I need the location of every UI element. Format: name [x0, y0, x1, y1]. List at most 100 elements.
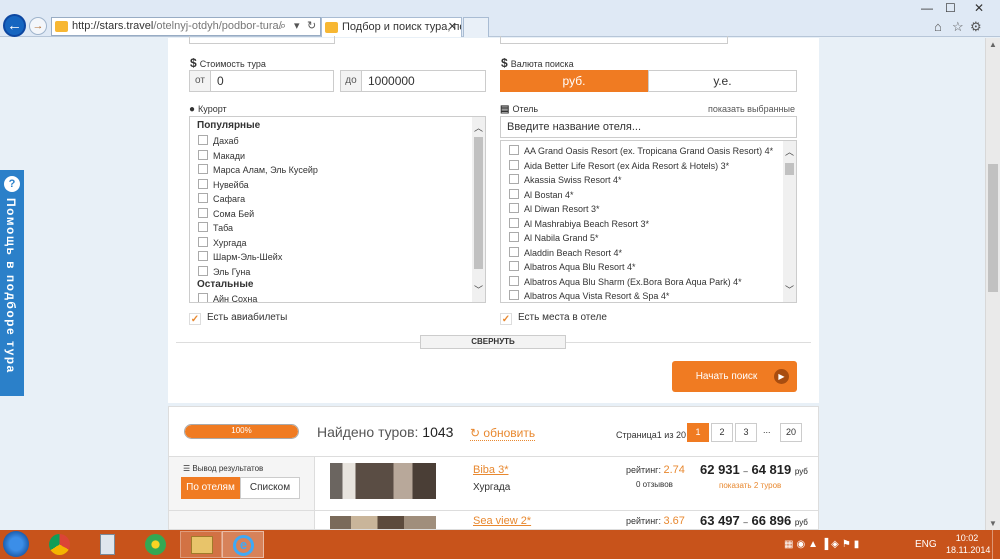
- hotel-item[interactable]: Albatros Aqua Vista Resort & Spa 4*: [509, 290, 669, 301]
- chevron-down-icon[interactable]: ﹀: [785, 283, 794, 296]
- start-search-button[interactable]: Начать поиск ▶: [672, 361, 797, 392]
- checkbox-icon[interactable]: [198, 293, 208, 302]
- checkbox-icon[interactable]: [198, 222, 208, 232]
- dropdown-icon[interactable]: ▾: [294, 18, 300, 35]
- resort-item[interactable]: Нувейба: [198, 178, 249, 190]
- flights-available-checkbox[interactable]: ✓ Есть авиабилеты: [189, 312, 287, 325]
- chevron-up-icon[interactable]: ︿: [785, 145, 794, 158]
- checkbox-icon[interactable]: [198, 193, 208, 203]
- hotel-item[interactable]: Aida Better Life Resort (ex Aida Resort …: [509, 159, 729, 171]
- close-window-icon[interactable]: ✕: [974, 0, 984, 16]
- refresh-icon[interactable]: ↻: [307, 18, 316, 35]
- hotel-search-input[interactable]: Введите название отеля...: [500, 116, 797, 138]
- chevron-down-icon[interactable]: ﹀: [474, 283, 483, 296]
- checkbox-icon[interactable]: [509, 145, 519, 155]
- language-indicator[interactable]: ENG: [915, 539, 937, 550]
- currency-rub-button[interactable]: руб.: [500, 70, 648, 92]
- hotel-photo[interactable]: [330, 463, 436, 499]
- resort-item[interactable]: Хургада: [198, 236, 247, 248]
- star-icon[interactable]: ☆: [952, 19, 964, 35]
- resort-item[interactable]: Эль Гуна: [198, 265, 250, 277]
- browser-tab[interactable]: Подбор и поиск тура, подб... ✕: [321, 17, 462, 37]
- checkbox-icon[interactable]: [198, 164, 208, 174]
- clock[interactable]: 10:02 18.11.2014: [946, 532, 990, 556]
- collapse-button[interactable]: СВЕРНУТЬ: [420, 335, 566, 349]
- chrome-taskbar-button[interactable]: [38, 531, 82, 558]
- checkbox-icon[interactable]: [198, 135, 208, 145]
- tray-icons[interactable]: ▦◉▲▐◈⚑▮: [784, 539, 862, 550]
- checkbox-icon[interactable]: [509, 261, 519, 271]
- view-list-button[interactable]: Списком: [240, 477, 300, 499]
- scroll-down-icon[interactable]: ▼: [989, 519, 997, 528]
- forward-arrow-icon[interactable]: →: [29, 17, 47, 35]
- start-button-icon[interactable]: [3, 531, 29, 557]
- resort-item[interactable]: Макади: [198, 149, 245, 161]
- icq-taskbar-button[interactable]: [134, 531, 178, 558]
- checkbox-icon[interactable]: [509, 203, 519, 213]
- checkbox-icon[interactable]: [509, 188, 519, 199]
- page-button[interactable]: 20: [780, 423, 802, 442]
- scrollbar-thumb[interactable]: [474, 137, 483, 269]
- address-bar[interactable]: http://stars.travel/otelnyj-otdyh/podbor…: [51, 17, 321, 36]
- page-scrollbar[interactable]: ▲ ▼: [985, 38, 1000, 530]
- checkmark-icon[interactable]: ✓: [500, 313, 512, 325]
- checkbox-icon[interactable]: [198, 149, 208, 160]
- close-tab-icon[interactable]: ✕: [448, 18, 457, 36]
- view-by-hotels-button[interactable]: По отелям: [181, 477, 240, 499]
- checkbox-icon[interactable]: [198, 265, 208, 276]
- page-button[interactable]: 2: [711, 423, 733, 442]
- hotel-item[interactable]: Albatros Aqua Blu Resort 4*: [509, 261, 636, 272]
- minimize-icon[interactable]: —: [921, 0, 933, 16]
- show-tours-link[interactable]: показать 2 туров: [719, 481, 781, 490]
- checkbox-icon[interactable]: [509, 159, 519, 170]
- show-selected-link[interactable]: показать выбранные: [708, 104, 795, 114]
- page-button[interactable]: 3: [735, 423, 757, 442]
- new-tab-button[interactable]: [463, 17, 489, 37]
- checkmark-icon[interactable]: ✓: [189, 313, 201, 325]
- checkbox-icon[interactable]: [198, 178, 208, 189]
- checkbox-icon[interactable]: [509, 232, 519, 242]
- hotel-item[interactable]: Al Bostan 4*: [509, 188, 574, 200]
- resort-item[interactable]: Дахаб: [198, 135, 239, 146]
- checkbox-icon[interactable]: [198, 251, 208, 261]
- resort-item[interactable]: Сафага: [198, 193, 245, 204]
- back-arrow-icon[interactable]: ←: [3, 14, 26, 37]
- checkbox-icon[interactable]: [509, 174, 519, 184]
- price-from-input[interactable]: 0: [210, 70, 334, 92]
- hotel-item[interactable]: Al Nabila Grand 5*: [509, 232, 599, 243]
- checkbox-icon[interactable]: [509, 217, 519, 228]
- hotel-photo[interactable]: [330, 516, 436, 529]
- chevron-up-icon[interactable]: ︿: [474, 121, 483, 134]
- checkbox-icon[interactable]: [198, 207, 208, 218]
- gear-icon[interactable]: ⚙: [970, 19, 982, 35]
- scrollbar-thumb[interactable]: [785, 163, 794, 175]
- hotel-scrollbar[interactable]: ︿ ﹀: [783, 141, 796, 302]
- hotel-item[interactable]: Al Mashrabiya Beach Resort 3*: [509, 217, 649, 229]
- help-widget[interactable]: ? Помощь в подборе тура: [0, 170, 24, 396]
- explorer-taskbar-button[interactable]: [180, 531, 222, 558]
- show-desktop-button[interactable]: [992, 530, 1000, 559]
- hotel-item[interactable]: Akassia Swiss Resort 4*: [509, 174, 622, 185]
- resort-item[interactable]: Марса Алам, Эль Кусейр: [198, 164, 318, 175]
- hotel-places-checkbox[interactable]: ✓ Есть места в отеле: [500, 312, 607, 325]
- hotel-item[interactable]: AA Grand Oasis Resort (ex. Tropicana Gra…: [509, 145, 773, 156]
- resort-item[interactable]: Сома Бей: [198, 207, 254, 219]
- scroll-up-icon[interactable]: ▲: [989, 40, 997, 49]
- resort-item[interactable]: Шарм-Эль-Шейх: [198, 251, 282, 262]
- refresh-link[interactable]: ↻ обновить: [470, 426, 536, 441]
- checkbox-icon[interactable]: [198, 236, 208, 247]
- page-button[interactable]: 1: [687, 423, 709, 442]
- hotel-item[interactable]: Aladdin Beach Resort 4*: [509, 246, 622, 258]
- resort-scrollbar[interactable]: ︿ ﹀: [472, 117, 485, 302]
- home-icon[interactable]: ⌂: [934, 19, 942, 34]
- resort-item[interactable]: Айн Сохна: [198, 293, 257, 302]
- ie-taskbar-button[interactable]: e: [222, 531, 264, 558]
- hotel-item[interactable]: Al Diwan Resort 3*: [509, 203, 600, 214]
- resort-item[interactable]: Таба: [198, 222, 233, 233]
- checkbox-icon[interactable]: [509, 246, 519, 257]
- price-to-input[interactable]: 1000000: [361, 70, 486, 92]
- scrollbar-thumb[interactable]: [988, 164, 998, 292]
- currency-ue-button[interactable]: у.е.: [648, 70, 797, 92]
- calculator-taskbar-button[interactable]: [86, 531, 130, 558]
- checkbox-icon[interactable]: [509, 275, 519, 286]
